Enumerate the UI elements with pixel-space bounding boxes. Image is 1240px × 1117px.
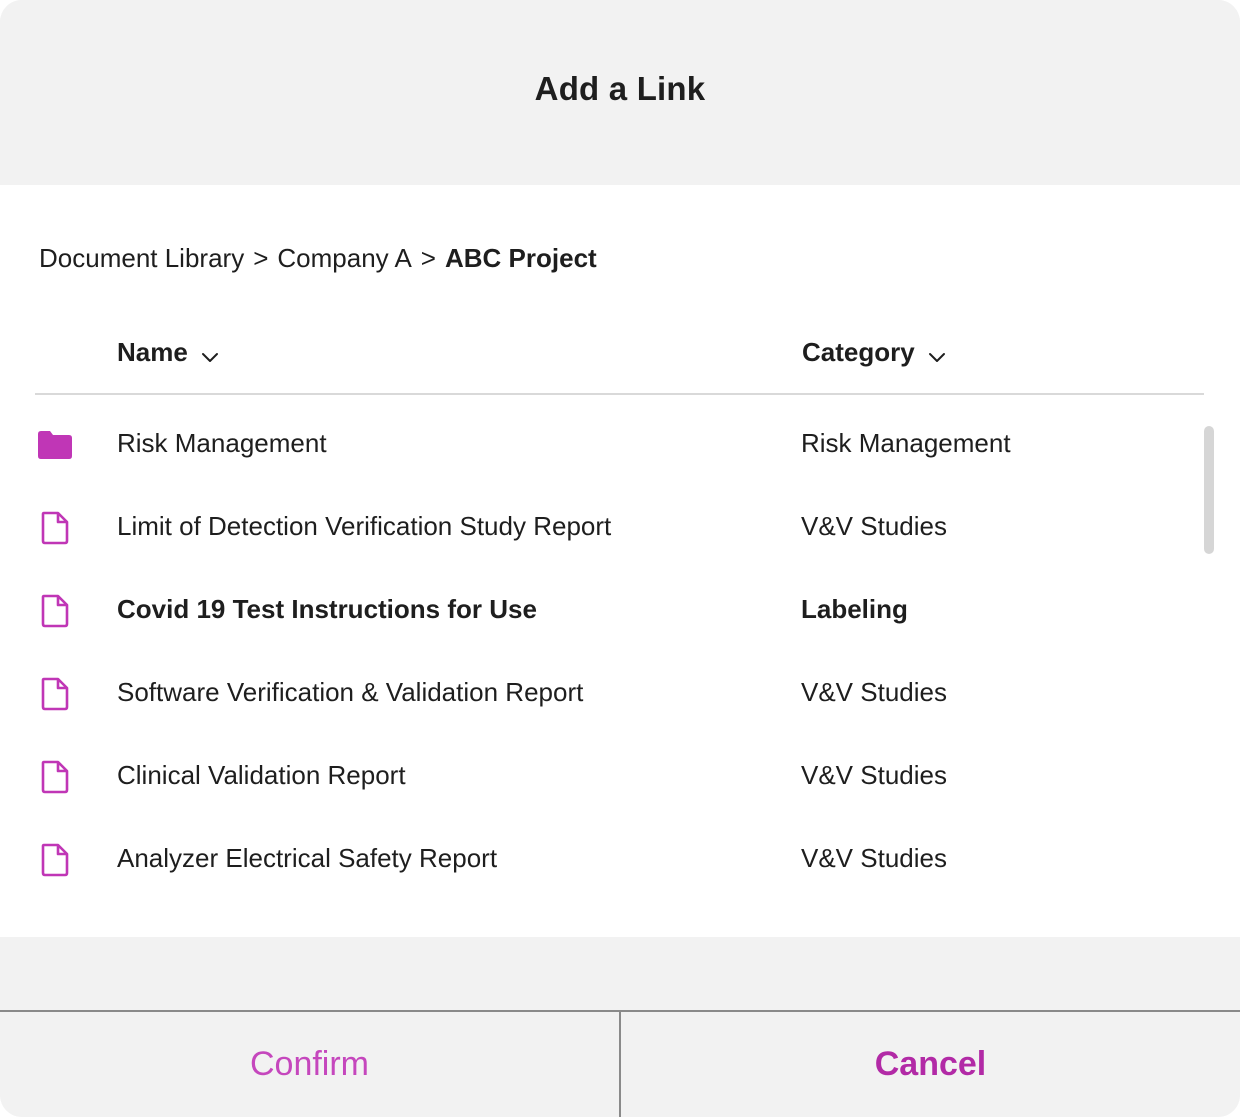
column-header-category-label: Category [802,337,915,367]
table-row[interactable]: Analyzer Electrical Safety Report V&V St… [0,819,1200,902]
row-category: V&V Studies [801,843,947,873]
breadcrumb: Document Library > Company A > ABC Project [39,243,597,274]
cancel-button[interactable]: Cancel [621,1012,1240,1117]
dialog-spacer [0,937,1240,1011]
dialog-footer: Confirm Cancel [0,1010,1240,1117]
row-category: Labeling [801,594,908,624]
row-category: Risk Management [801,428,1011,458]
row-name: Analyzer Electrical Safety Report [117,843,498,873]
table-row[interactable]: Risk Management Risk Management [0,404,1200,487]
breadcrumb-separator: > [253,243,269,273]
table-row[interactable]: Covid 19 Test Instructions for Use Label… [0,570,1200,653]
document-icon [38,509,72,547]
dialog-body: Document Library > Company A > ABC Project N… [0,185,1240,937]
row-category: V&V Studies [801,760,947,790]
column-header-category[interactable]: Category [802,337,947,368]
row-name: Clinical Validation Report [117,760,406,790]
column-header-name[interactable]: Name [117,337,220,368]
document-icon [38,841,72,879]
dialog-header: Add a Link [0,0,1240,185]
table-row[interactable]: Software Verification & Validation Repor… [0,653,1200,736]
confirm-button[interactable]: Confirm [0,1012,621,1117]
chevron-down-icon [200,343,220,363]
chevron-down-icon [927,343,947,363]
breadcrumb-separator: > [420,243,436,273]
breadcrumb-item-document-library[interactable]: Document Library [39,243,244,273]
dialog-title: Add a Link [534,69,706,107]
document-icon [38,675,72,713]
folder-icon [38,426,72,464]
document-icon [38,592,72,630]
breadcrumb-item-company-a[interactable]: Company A [277,243,411,273]
document-icon [38,758,72,796]
table-row[interactable]: Limit of Detection Verification Study Re… [0,487,1200,570]
row-name: Limit of Detection Verification Study Re… [117,511,612,541]
table-row[interactable]: Clinical Validation Report V&V Studies [0,736,1200,819]
row-name: Covid 19 Test Instructions for Use [117,594,537,624]
list-scrollbar[interactable] [1204,426,1214,554]
row-category: V&V Studies [801,511,947,541]
table-header-divider [35,393,1204,395]
breadcrumb-current: ABC Project [444,243,597,273]
add-link-dialog: Add a Link Document Library > Company A > AB… [0,0,1240,1117]
row-name: Software Verification & Validation Repor… [117,677,584,707]
row-name: Risk Management [117,428,327,458]
row-category: V&V Studies [801,677,947,707]
column-header-name-label: Name [117,337,188,367]
